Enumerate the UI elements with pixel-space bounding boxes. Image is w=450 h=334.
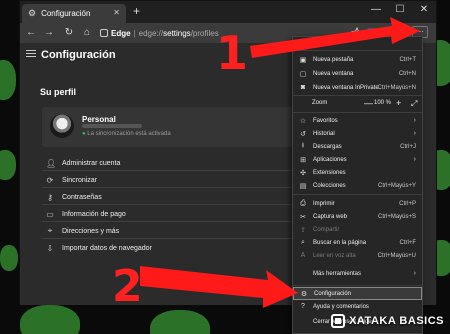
step-number-2: 2 xyxy=(112,261,143,312)
watermark-text: XATAKA BASICS xyxy=(349,315,444,327)
watermark: XATAKA BASICS xyxy=(331,314,444,328)
xataka-logo-icon xyxy=(331,314,346,328)
step-number-1: 1 xyxy=(216,26,249,80)
arrow-2 xyxy=(140,266,298,308)
arrow-1 xyxy=(250,17,420,58)
